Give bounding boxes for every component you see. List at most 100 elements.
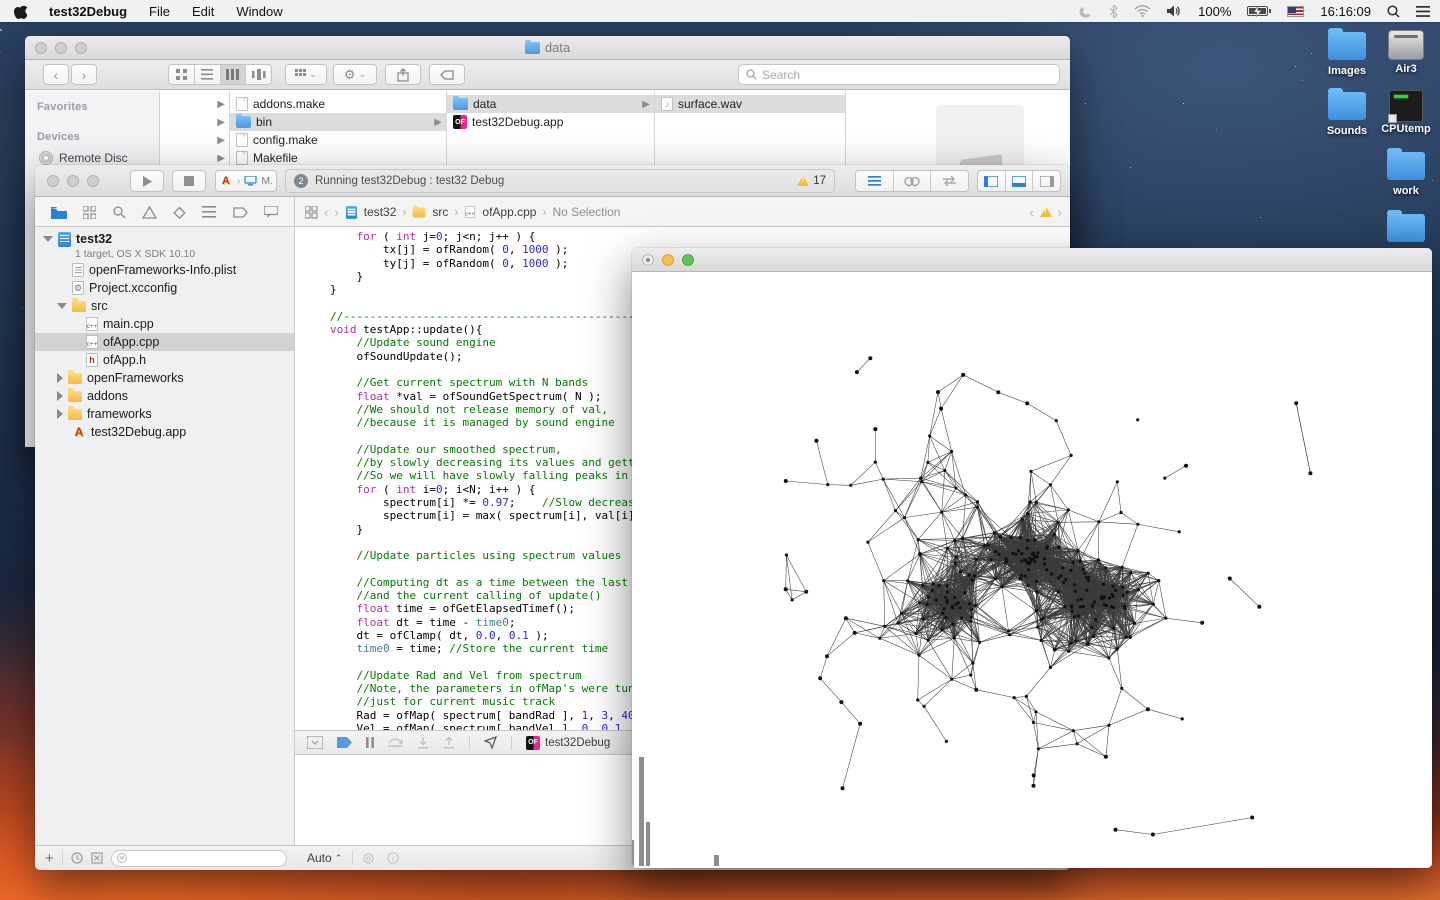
arrange-button[interactable]: ⌄ <box>285 64 327 85</box>
step-into-icon[interactable] <box>417 737 429 749</box>
notification-center-icon[interactable] <box>1416 6 1430 17</box>
list-view-icon[interactable] <box>195 65 221 84</box>
navigator-item-frameworks[interactable]: frameworks <box>35 405 294 423</box>
desktop-icon-Images[interactable]: Images <box>1318 32 1376 77</box>
navigator-project-row[interactable]: test32 <box>35 231 294 247</box>
finder-item-surface.wav[interactable]: ♪surface.wav <box>655 95 845 113</box>
zoom-icon[interactable] <box>87 175 99 187</box>
action-button[interactable]: ⚙⌄ <box>333 64 377 85</box>
menu-file[interactable]: File <box>149 4 170 19</box>
recent-files-filter-icon[interactable] <box>71 852 83 864</box>
column-view-icon[interactable] <box>221 65 247 84</box>
wifi-icon[interactable] <box>1134 5 1151 17</box>
back-button[interactable]: ‹ <box>43 64 69 85</box>
forward-history-icon[interactable]: › <box>334 205 338 220</box>
volume-icon[interactable] <box>1167 5 1182 17</box>
navigator-item-main.cpp[interactable]: c++main.cpp <box>35 315 294 333</box>
of-app-titlebar[interactable] <box>632 248 1432 272</box>
version-editor-icon[interactable] <box>931 171 968 191</box>
finder-item-data[interactable]: data▶ <box>447 95 654 113</box>
debug-process-tab[interactable]: OF test32Debug <box>526 736 610 750</box>
finder-item[interactable]: ▶ <box>160 95 229 113</box>
navigator-filter-field[interactable] <box>111 850 287 867</box>
coverflow-view-icon[interactable] <box>246 65 271 84</box>
menu-bar-clock[interactable]: 16:16:09 <box>1320 4 1371 19</box>
finder-item-config.make[interactable]: config.make <box>230 131 446 149</box>
breakpoints-toggle-icon[interactable] <box>337 737 352 748</box>
xcode-toolbar[interactable]: A› M. 2 Running test32Debug : test32 Deb… <box>35 165 1070 197</box>
zoom-icon[interactable] <box>682 254 694 266</box>
close-icon[interactable] <box>47 175 59 187</box>
desktop-icon-folder[interactable] <box>1377 214 1435 244</box>
stop-button[interactable] <box>172 170 206 192</box>
navigator-item-src[interactable]: src <box>35 297 294 315</box>
menu-window[interactable]: Window <box>236 4 282 19</box>
share-button[interactable] <box>385 64 421 85</box>
minimize-icon[interactable] <box>662 254 674 266</box>
navigator-tab-bar[interactable] <box>35 197 295 227</box>
step-out-icon[interactable] <box>443 737 455 749</box>
project-navigator[interactable]: test32 1 target, OS X SDK 10.10openFrame… <box>35 227 295 845</box>
navigator-panel-icon[interactable] <box>978 171 1006 191</box>
scm-filter-icon[interactable] <box>91 852 103 864</box>
issue-navigator-icon[interactable] <box>142 206 157 219</box>
report-navigator-icon[interactable] <box>264 206 278 218</box>
finder-item[interactable]: ▶ <box>160 113 229 131</box>
search-navigator-icon[interactable] <box>113 206 126 219</box>
desktop-icon-CPUtemp[interactable]: CPUtemp <box>1377 90 1435 135</box>
location-icon[interactable] <box>484 736 497 749</box>
assistant-editor-icon[interactable] <box>894 171 932 191</box>
scheme-selector[interactable]: A› M. <box>215 170 277 192</box>
breadcrumb-project[interactable]: test32 <box>364 205 397 219</box>
test-navigator-icon[interactable] <box>173 206 186 219</box>
next-issue-icon[interactable]: › <box>1058 205 1062 220</box>
flag-us-icon[interactable] <box>1287 6 1304 17</box>
breakpoint-navigator-icon[interactable] <box>233 207 248 218</box>
project-navigator-icon[interactable] <box>51 206 67 219</box>
view-switcher[interactable] <box>977 170 1061 192</box>
navigator-item-ofApp.cpp[interactable]: c++ofApp.cpp <box>35 333 294 351</box>
zoom-icon[interactable] <box>75 42 87 54</box>
phone-icon[interactable] <box>1079 5 1093 18</box>
debug-area-icon[interactable] <box>1006 171 1034 191</box>
sidebar-item-remote-disc[interactable]: Remote Disc <box>39 151 159 165</box>
bluetooth-icon[interactable] <box>1109 5 1118 18</box>
variables-scope-popup[interactable]: Auto⌃ <box>307 851 342 865</box>
step-over-icon[interactable] <box>388 737 403 748</box>
run-button[interactable] <box>130 170 164 192</box>
breadcrumb-file[interactable]: ofApp.cpp <box>482 205 536 219</box>
related-items-icon[interactable] <box>305 206 318 219</box>
back-history-icon[interactable]: ‹ <box>324 205 328 220</box>
desktop-icon-Air3[interactable]: Air3 <box>1377 30 1435 75</box>
finder-titlebar[interactable]: data <box>25 36 1070 60</box>
navigator-item-Project.xcconfig[interactable]: ⚙Project.xcconfig <box>35 279 294 297</box>
apple-menu-icon[interactable] <box>14 4 27 19</box>
close-icon[interactable] <box>35 42 47 54</box>
breadcrumb-group[interactable]: src <box>432 205 448 219</box>
utilities-panel-icon[interactable] <box>1033 171 1060 191</box>
finder-item-addons.make[interactable]: addons.make <box>230 95 446 113</box>
finder-item-test32Debug.app[interactable]: OFtest32Debug.app <box>447 113 654 131</box>
quicklook-icon[interactable] <box>363 853 377 864</box>
hide-debug-area-icon[interactable] <box>307 736 323 749</box>
prev-issue-icon[interactable]: ‹ <box>1029 205 1033 220</box>
menu-edit[interactable]: Edit <box>192 4 214 19</box>
view-switcher[interactable] <box>168 64 272 85</box>
icon-view-icon[interactable] <box>169 65 195 84</box>
info-icon[interactable]: i <box>387 852 399 864</box>
navigator-item-ofApp.h[interactable]: hofApp.h <box>35 351 294 369</box>
navigator-item-addons[interactable]: addons <box>35 387 294 405</box>
active-app-menu[interactable]: test32Debug <box>49 4 127 19</box>
editor-mode-switcher[interactable] <box>855 170 969 192</box>
add-button[interactable]: + <box>45 850 54 867</box>
forward-button[interactable]: › <box>71 64 97 85</box>
search-field[interactable]: Search <box>738 64 1060 85</box>
navigator-item-test32Debug.app[interactable]: Atest32Debug.app <box>35 423 294 441</box>
finder-item[interactable]: ▶ <box>160 131 229 149</box>
spotlight-icon[interactable] <box>1387 5 1400 18</box>
symbol-navigator-icon[interactable] <box>83 206 96 219</box>
jump-bar[interactable]: ‹ › test32› src› c++ ofApp.cpp› No Selec… <box>295 197 1070 227</box>
battery-icon[interactable] <box>1247 6 1271 16</box>
desktop-icon-Sounds[interactable]: Sounds <box>1318 92 1376 137</box>
minimize-icon[interactable] <box>55 42 67 54</box>
